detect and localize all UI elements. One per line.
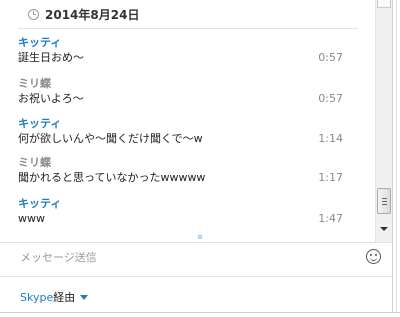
message-text: 聞かれると思っていなかったwwwww: [18, 171, 206, 184]
conversation-pane: 2014年8月24日 キッティ 誕生日おめ～ 0:57 ミリ蝶 お祝いよろ～ 0…: [0, 0, 375, 242]
smiley-icon[interactable]: [366, 249, 381, 264]
clock-icon: [28, 8, 39, 20]
send-via-selector[interactable]: Skype 経由: [20, 289, 89, 305]
message-item: ミリ蝶 聞かれると思っていなかったwwwww 1:17: [18, 156, 348, 186]
new-message-dot-icon: [198, 235, 202, 239]
mouth-curve: [370, 257, 377, 261]
scrollbar-thumb[interactable]: [377, 188, 391, 214]
message-sender[interactable]: キッティ: [18, 117, 348, 131]
message-text: 何が欲しいんや～聞くだけ聞くで～w: [18, 132, 203, 145]
message-compose-area[interactable]: メッセージ送信: [0, 242, 392, 277]
message-sender[interactable]: ミリ蝶: [18, 156, 348, 170]
message-sender[interactable]: ミリ蝶: [18, 77, 348, 91]
skype-chat-window: 2014年8月24日 キッティ 誕生日おめ～ 0:57 ミリ蝶 お祝いよろ～ 0…: [0, 0, 400, 316]
date-label: 2014年8月24日: [45, 7, 140, 22]
eye-dot: [375, 254, 377, 256]
footer-bar: Skype 経由: [0, 276, 392, 317]
message-text: 誕生日おめ～: [18, 51, 84, 64]
window-border-line: [396, 0, 397, 316]
grip-line: [382, 201, 387, 202]
message-time: 1:17: [318, 171, 343, 184]
grip-line: [382, 204, 387, 205]
vertical-scrollbar[interactable]: [375, 0, 392, 242]
message-sender[interactable]: キッティ: [18, 36, 348, 50]
chevron-down-icon[interactable]: [80, 294, 89, 300]
message-item: キッティ www 1:47: [18, 197, 348, 227]
message-time: 0:57: [318, 92, 343, 105]
grip-line: [382, 198, 387, 199]
message-item: キッティ 何が欲しいんや～聞くだけ聞くで～w 1:14: [18, 117, 348, 147]
date-separator: 2014年8月24日: [18, 0, 358, 29]
scrollbar-track-top[interactable]: [377, 0, 391, 8]
message-time: 0:57: [318, 51, 343, 64]
message-sender[interactable]: キッティ: [18, 197, 348, 211]
message-text: お祝いよろ～: [18, 92, 84, 105]
eye-dot: [370, 254, 372, 256]
message-text: www: [18, 212, 45, 225]
message-item: キッティ 誕生日おめ～ 0:57: [18, 36, 348, 66]
via-suffix-label[interactable]: 経由: [53, 289, 75, 305]
window-bottom-border: [0, 312, 400, 316]
compose-placeholder[interactable]: メッセージ送信: [20, 249, 97, 265]
scroll-down-button[interactable]: [377, 220, 391, 237]
message-time: 1:14: [318, 132, 343, 145]
message-item: ミリ蝶 お祝いよろ～ 0:57: [18, 77, 348, 107]
arrow-down-icon: [380, 226, 388, 231]
via-service-label[interactable]: Skype: [20, 291, 53, 304]
message-time: 1:47: [318, 212, 343, 225]
